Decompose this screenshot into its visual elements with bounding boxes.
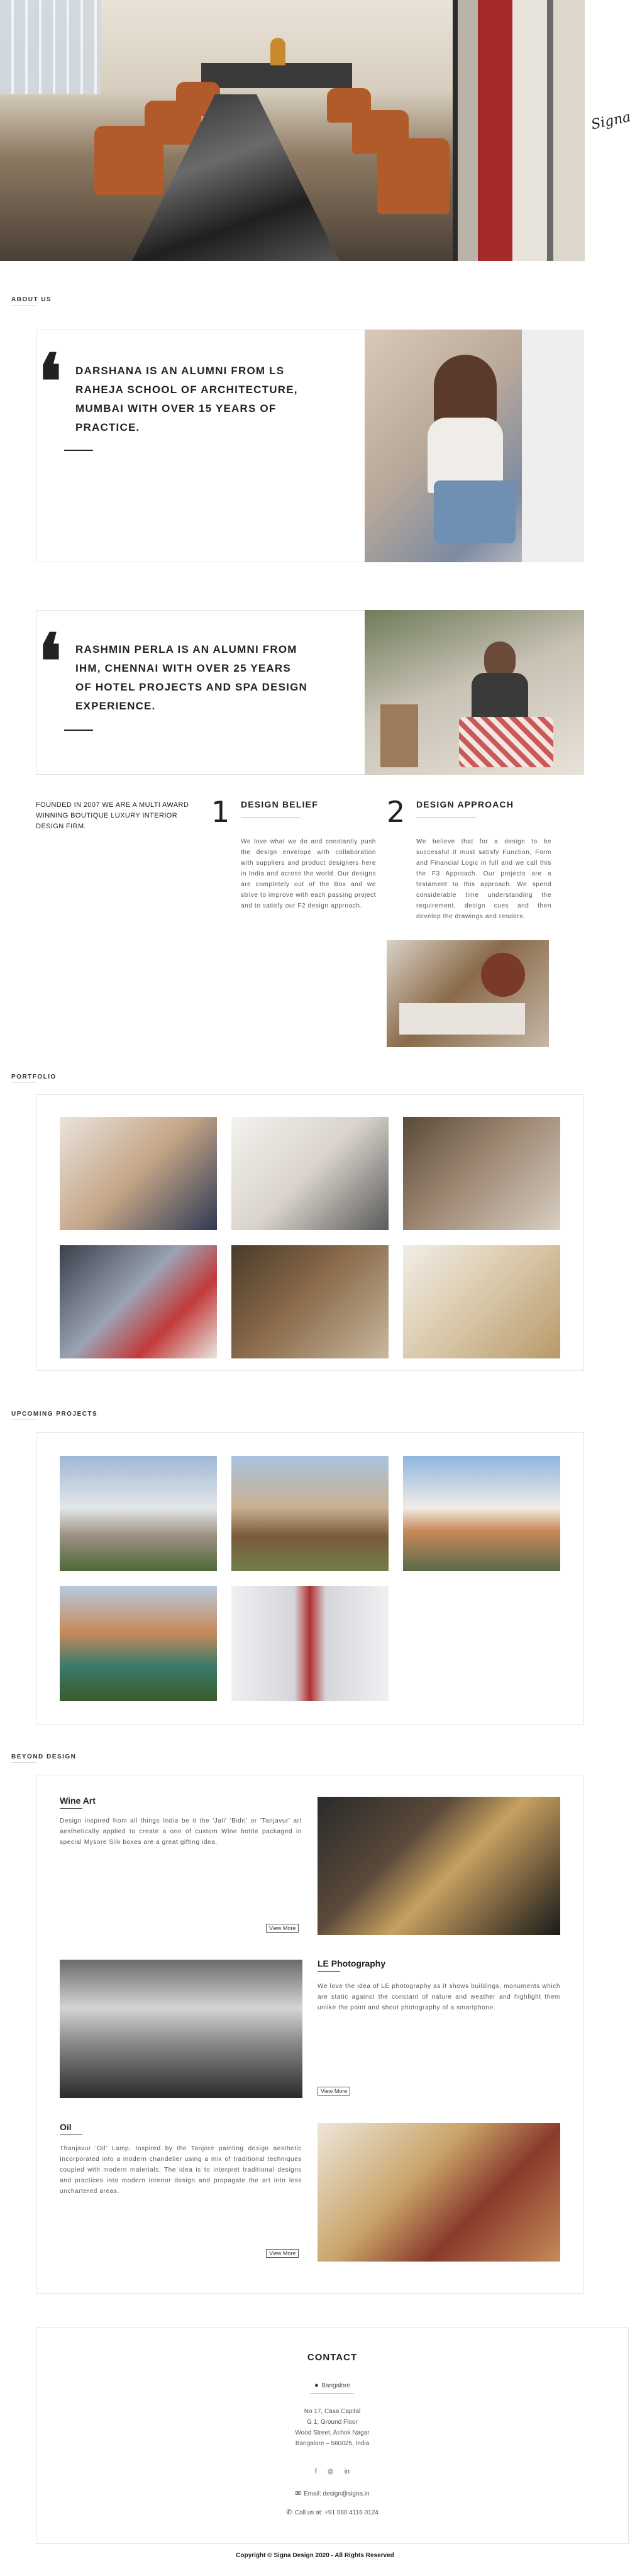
le-photography-view-more-button[interactable]: View More xyxy=(318,2087,351,2096)
oil-title: Oil xyxy=(60,2122,72,2132)
about-section-label: ABOUT US xyxy=(11,296,52,303)
le-photography-text: We love the idea of LE photography as it… xyxy=(318,1983,560,2011)
le-photography-photo xyxy=(60,1960,302,2098)
darshana-photo xyxy=(365,330,584,562)
wine-art-photo xyxy=(318,1797,560,1935)
logo-panel: Signa xyxy=(585,0,630,261)
design-approach-number: 2 xyxy=(387,795,406,829)
title-rule xyxy=(60,1808,82,1809)
footer-copyright: Copyright © Signa Design 2020 - All Righ… xyxy=(236,2552,394,2559)
email-row: ✉ Email: design@signa.in xyxy=(36,2487,629,2499)
quote-dash xyxy=(64,450,93,451)
upcoming-image-4[interactable] xyxy=(60,1586,217,1701)
city-row: ● Bangalore xyxy=(36,2379,629,2391)
design-belief-title: DESIGN BELIEF xyxy=(241,799,318,809)
upcoming-image-3[interactable] xyxy=(403,1456,560,1571)
about-quote-darshana: DARSHANA IS AN ALUMNI FROM LS RAHEJA SCH… xyxy=(75,365,298,433)
design-belief-number: 1 xyxy=(211,795,230,829)
portfolio-image-1[interactable] xyxy=(60,1117,217,1230)
hero-image xyxy=(0,0,585,261)
phone-row: ✆ Call us at: +91 080 4116 0124 xyxy=(36,2506,629,2518)
design-approach-text: We believe that for a design to be succe… xyxy=(416,838,551,920)
upcoming-section-label: UPCOMING PROJECTS xyxy=(11,1411,98,1418)
title-rule xyxy=(318,1971,340,1972)
facebook-icon[interactable]: f xyxy=(315,2468,317,2475)
phone-icon: ✆ xyxy=(286,2509,292,2516)
upcoming-image-1[interactable] xyxy=(60,1456,217,1571)
mail-icon: ✉ xyxy=(295,2490,301,2497)
contact-divider xyxy=(310,2393,354,2394)
oil-photo xyxy=(318,2123,560,2262)
quote-icon: ❛ xyxy=(38,618,62,706)
oil-text: Thanjavur 'Oil' Lamp, Inspired by the Ta… xyxy=(60,2145,302,2195)
portfolio-image-6[interactable] xyxy=(403,1245,560,1358)
portfolio-image-4[interactable] xyxy=(60,1245,217,1358)
design-belief-text: We love what we do and constantly push t… xyxy=(241,838,376,909)
portfolio-image-5[interactable] xyxy=(231,1245,389,1358)
instagram-icon[interactable]: ◎ xyxy=(328,2468,334,2475)
contact-phone[interactable]: Call us at: +91 080 4116 0124 xyxy=(295,2509,379,2516)
beyond-section-label: BEYOND DESIGN xyxy=(11,1753,77,1760)
address-line-2: G 1, Ground Floor xyxy=(307,2419,358,2426)
section-divider xyxy=(11,1419,36,1420)
wine-art-title: Wine Art xyxy=(60,1796,96,1806)
portfolio-image-3[interactable] xyxy=(403,1117,560,1230)
section-divider xyxy=(11,1762,36,1763)
address-line-3: Wood Street, Ashok Nagar xyxy=(295,2429,370,2436)
quote-dash xyxy=(64,730,93,731)
le-photography-title: LE Photography xyxy=(318,1958,386,1968)
portfolio-image-2[interactable] xyxy=(231,1117,389,1230)
design-approach-photo xyxy=(387,940,549,1047)
signature-logo: Signa xyxy=(590,109,630,133)
portfolio-section-label: PORTFOLIO xyxy=(11,1074,57,1080)
wine-art-view-more-button[interactable]: View More xyxy=(266,1924,299,1933)
location-pin-icon: ● xyxy=(314,2382,319,2389)
contact-city: Bangalore xyxy=(321,2382,350,2389)
social-links: f ◎ in xyxy=(36,2467,629,2475)
section-divider xyxy=(11,1082,36,1083)
contact-address: No 17, Casa Capital G 1, Ground Floor Wo… xyxy=(36,2406,629,2449)
rashmin-photo xyxy=(365,610,584,775)
contact-title: CONTACT xyxy=(307,2352,358,2363)
about-quote-rashmin: RASHMIN PERLA IS AN ALUMNI FROM IHM, CHE… xyxy=(75,643,307,712)
quote-icon: ❛ xyxy=(38,338,62,426)
wine-art-text: Design inspired from all things India be… xyxy=(60,1818,302,1846)
contact-email[interactable]: Email: design@signa.in xyxy=(304,2490,370,2497)
address-line-1: No 17, Casa Capital xyxy=(304,2408,361,2415)
upcoming-image-5[interactable] xyxy=(231,1586,389,1701)
upcoming-image-2[interactable] xyxy=(231,1456,389,1571)
address-line-4: Bangalore – 560025, India xyxy=(295,2440,370,2447)
design-approach-title: DESIGN APPROACH xyxy=(416,799,514,809)
founded-text: FOUNDED IN 2007 WE ARE A MULTI AWARD WIN… xyxy=(36,801,189,830)
linkedin-icon[interactable]: in xyxy=(345,2468,350,2475)
section-divider xyxy=(11,305,36,306)
oil-view-more-button[interactable]: View More xyxy=(266,2249,299,2258)
